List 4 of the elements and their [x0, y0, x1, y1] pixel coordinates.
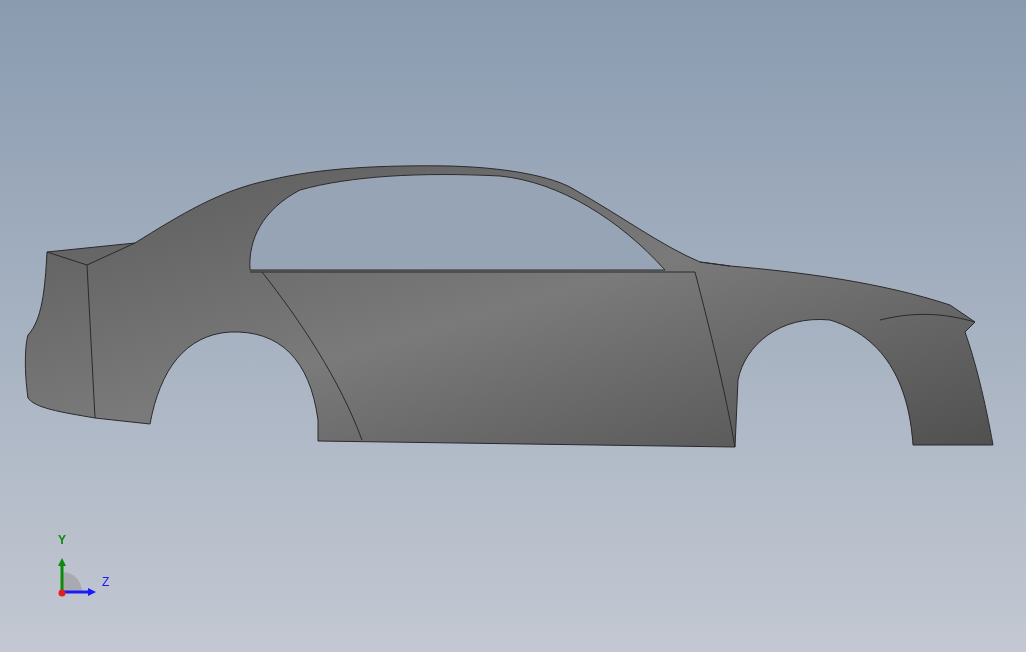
- axis-label: Y: [58, 534, 66, 546]
- axis-triad-drawing: [58, 558, 96, 597]
- model-viewport[interactable]: Y Z: [0, 0, 1026, 652]
- axis-label: Z: [102, 576, 110, 588]
